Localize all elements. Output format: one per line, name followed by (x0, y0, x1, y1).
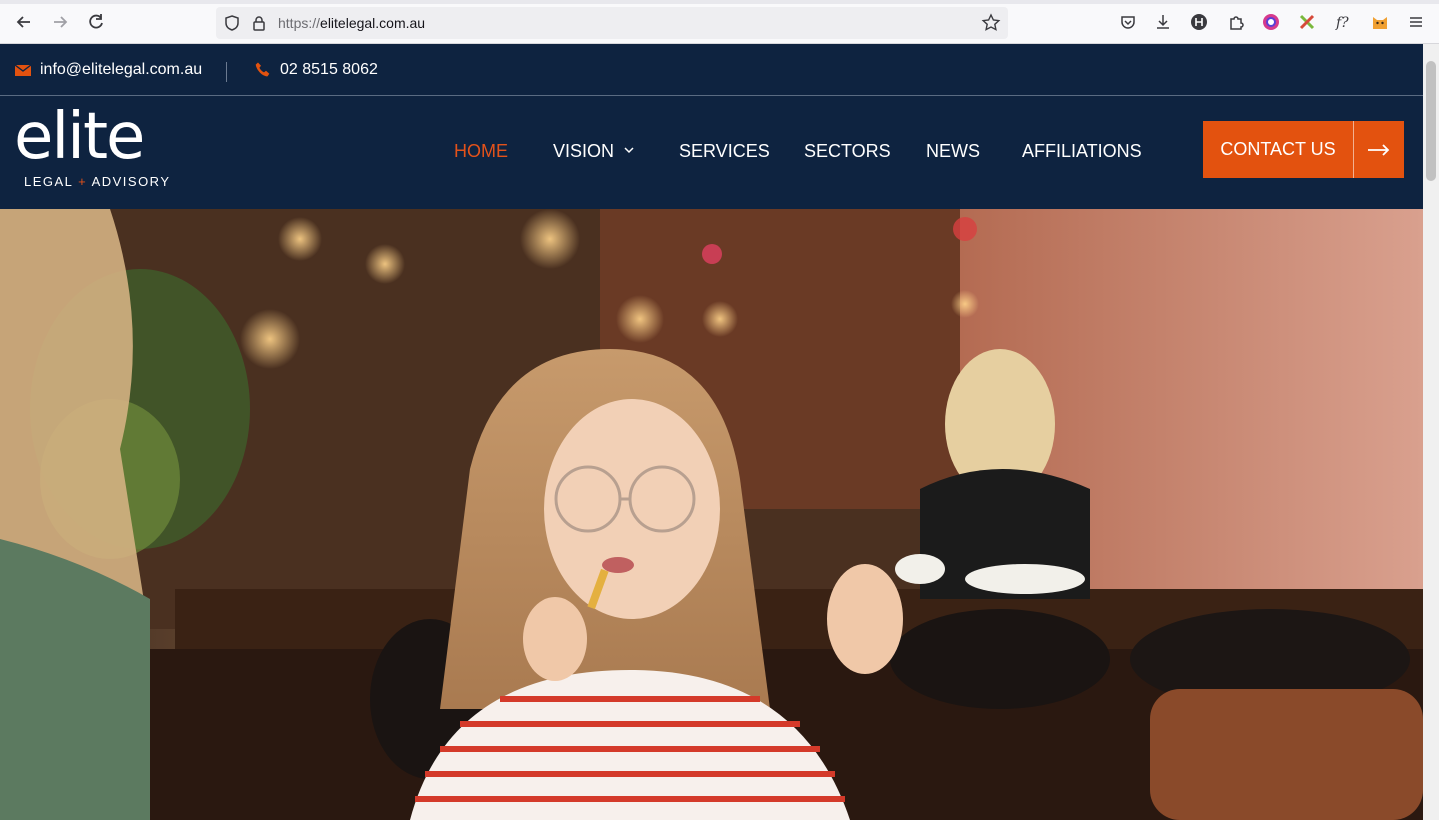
pocket-icon[interactable] (1119, 13, 1137, 31)
address-bar[interactable]: https://elitelegal.com.au (216, 7, 1008, 39)
email-text: info@elitelegal.com.au (40, 61, 203, 78)
envelope-icon (14, 61, 32, 79)
contact-topbar: info@elitelegal.com.au 02 8515 8062 (0, 44, 1423, 96)
nav-sectors[interactable]: SECTORS (804, 139, 891, 163)
elite-logo[interactable]: elite LEGAL + ADVISORY (14, 101, 174, 197)
nav-affiliations[interactable]: AFFILIATIONS (1022, 139, 1142, 163)
bookmark-star-icon[interactable] (981, 13, 1001, 33)
email-link[interactable]: info@elitelegal.com.au (14, 61, 202, 79)
tracking-protection-icon[interactable] (223, 14, 241, 32)
font-finder-icon[interactable]: f? (1334, 13, 1352, 31)
url-domain: elitelegal.com.au (320, 15, 426, 31)
nav-home[interactable]: HOME (454, 139, 508, 163)
downloads-icon[interactable] (1154, 13, 1172, 31)
website: info@elitelegal.com.au 02 8515 8062 elit… (0, 44, 1423, 820)
extension-h-icon[interactable] (1190, 13, 1208, 31)
logo-sub-right: ADVISORY (91, 174, 171, 189)
page-scrollbar[interactable] (1423, 44, 1439, 820)
lock-icon[interactable] (250, 14, 268, 32)
back-icon[interactable] (14, 12, 34, 32)
menu-hamburger-icon[interactable] (1407, 13, 1425, 31)
scrollbar-thumb[interactable] (1426, 61, 1436, 181)
nav-news-label: NEWS (926, 140, 980, 161)
site-header: elite LEGAL + ADVISORY HOME VISION SERVI… (0, 97, 1423, 209)
arrow-right-icon (1354, 121, 1404, 178)
logo-subtitle: LEGAL + ADVISORY (24, 174, 171, 189)
forward-icon[interactable] (50, 12, 70, 32)
logo-sub-plus: + (78, 174, 88, 189)
topbar-divider (226, 62, 227, 82)
nav-vision[interactable]: VISION (553, 139, 634, 163)
nav-affiliations-label: AFFILIATIONS (1022, 140, 1142, 161)
nav-news[interactable]: NEWS (926, 139, 980, 163)
hero-image (0, 209, 1423, 820)
extension-x-icon[interactable] (1298, 13, 1316, 31)
tab-strip (0, 0, 1439, 4)
reload-icon[interactable] (86, 12, 106, 32)
chevron-down-icon (624, 145, 634, 157)
contact-us-label: CONTACT US (1203, 121, 1354, 178)
nav-services[interactable]: SERVICES (679, 139, 770, 163)
phone-icon (254, 61, 272, 79)
color-picker-icon[interactable] (1262, 13, 1280, 31)
contact-us-button[interactable]: CONTACT US (1203, 121, 1404, 178)
nav-vision-label: VISION (553, 140, 615, 161)
nav-home-label: HOME (454, 140, 508, 161)
url-protocol: https:// (278, 15, 321, 31)
phone-link[interactable]: 02 8515 8062 (254, 61, 378, 79)
hero-photo-illustration (0, 209, 1423, 820)
phone-text: 02 8515 8062 (280, 61, 378, 78)
url-text[interactable]: https://elitelegal.com.au (278, 15, 425, 31)
extensions-puzzle-icon[interactable] (1227, 13, 1245, 31)
svg-text:f?: f? (1335, 15, 1349, 31)
browser-toolbar: https://elitelegal.com.au f? (0, 0, 1439, 44)
logo-sub-left: LEGAL (24, 174, 73, 189)
logo-word: elite (14, 100, 145, 174)
cat-extension-icon[interactable] (1371, 13, 1389, 31)
nav-sectors-label: SECTORS (804, 140, 891, 161)
nav-services-label: SERVICES (679, 140, 770, 161)
